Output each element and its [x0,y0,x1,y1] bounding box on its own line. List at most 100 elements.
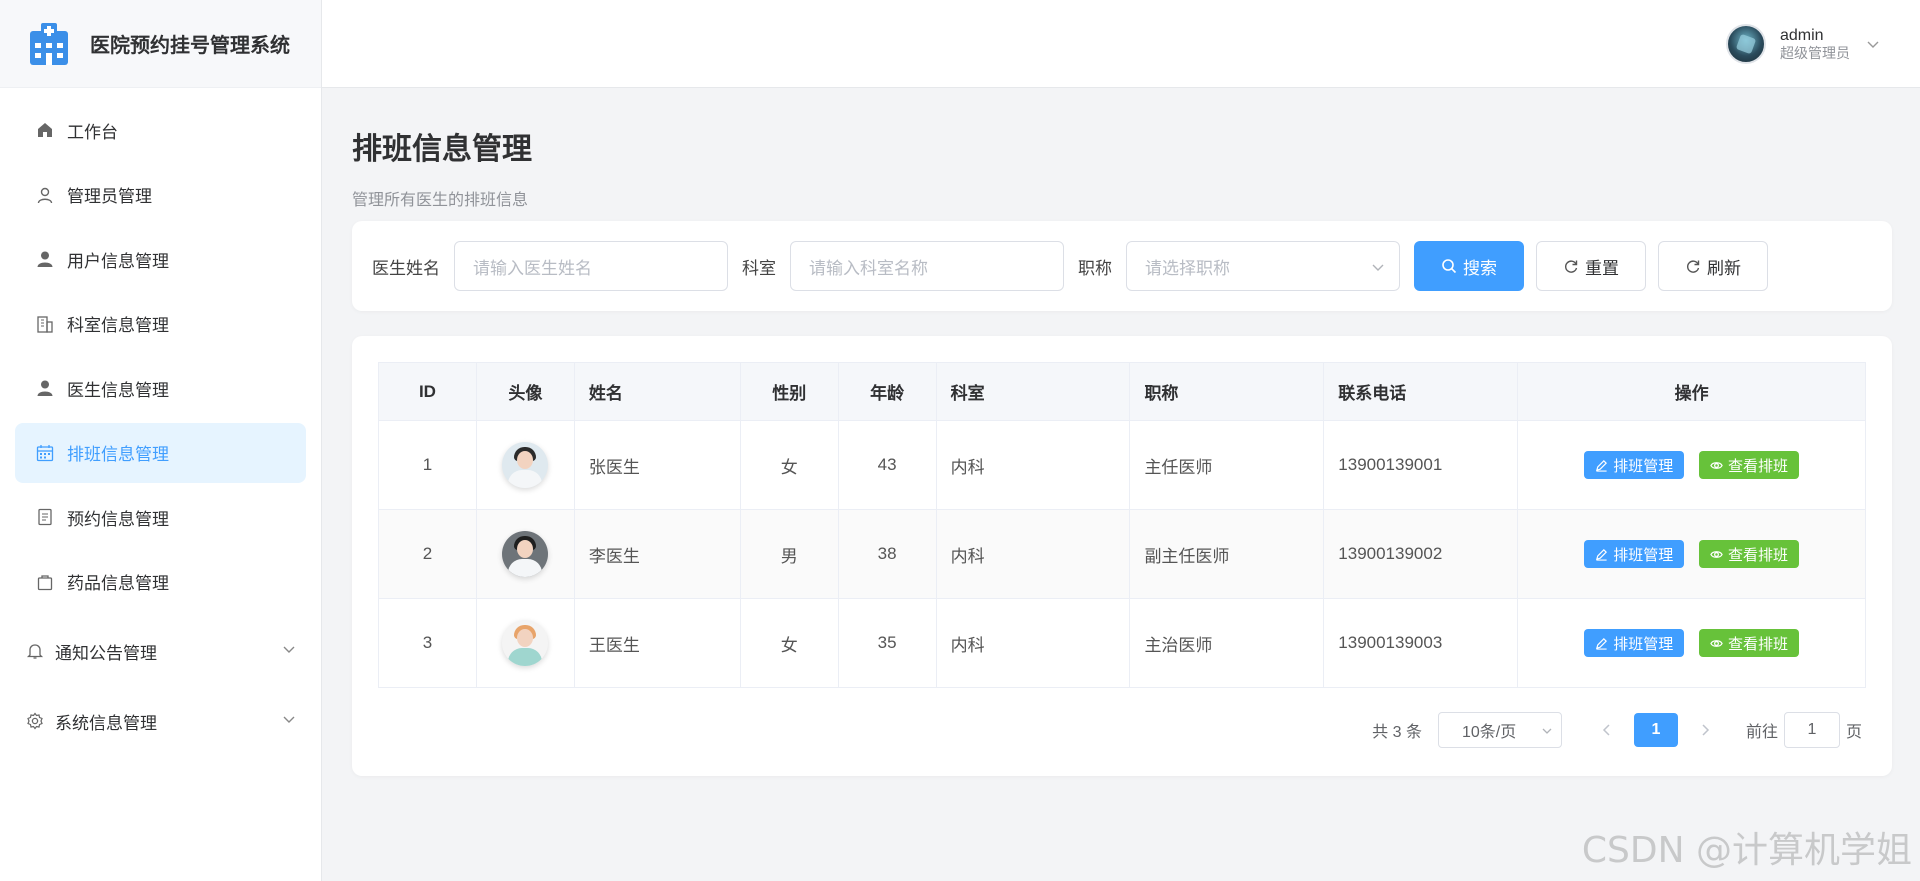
view-schedule-button[interactable]: 查看排班 [1698,629,1799,657]
cell-gender: 女 [739,420,839,510]
reset-button[interactable]: 重置 [1536,241,1646,291]
sidebar-item-doctors[interactable]: 医生信息管理 [15,358,306,418]
building-icon [35,314,55,334]
goto-suffix: 页 [1845,724,1862,741]
job-title-label: 职称 [1078,258,1112,278]
sidebar-item-medicine[interactable]: 药品信息管理 [15,552,306,612]
username: admin [1780,27,1824,44]
view-schedule-label: 查看排班 [1727,457,1788,475]
sidebar-item-label: 医生信息管理 [67,380,169,400]
goto-page-input[interactable]: 1 [1783,712,1840,748]
col-header-title: 职称 [1129,362,1325,421]
sidebar-item-label: 排班信息管理 [67,445,169,464]
refresh-button-label: 刷新 [1707,258,1741,278]
page-subtitle: 管理所有医生的排班信息 [352,192,529,209]
schedule-manage-button[interactable]: 排班管理 [1584,451,1685,479]
refresh-icon [1687,260,1700,273]
calendar-icon [35,443,55,463]
schedule-manage-label: 排班管理 [1613,457,1674,475]
sidebar-group-notices[interactable]: 通知公告管理 [15,616,306,686]
sidebar-item-label: 工作台 [67,122,118,142]
sidebar-item-admin[interactable]: 管理员管理 [15,165,306,225]
cell-name: 李医生 [573,509,741,599]
chevron-down-icon [283,716,295,723]
doctor-avatar [502,442,549,488]
job-title-placeholder: 请选择职称 [1145,258,1230,278]
user-menu[interactable]: admin 超级管理员 [1726,24,1880,64]
sidebar-item-label: 用户信息管理 [67,251,169,271]
chevron-down-icon [1372,264,1384,271]
sidebar-item-label: 管理员管理 [67,187,152,206]
schedule-manage-label: 排班管理 [1613,635,1674,653]
cell-phone: 13900139001 [1323,420,1519,510]
gear-icon [25,711,45,731]
view-schedule-button[interactable]: 查看排班 [1698,540,1799,568]
schedule-manage-label: 排班管理 [1613,546,1674,564]
cell-age: 43 [837,420,937,510]
col-header-avatar: 头像 [475,362,575,421]
view-schedule-label: 查看排班 [1727,546,1788,564]
page-size-select[interactable]: 10条/页 [1437,712,1562,748]
view-schedule-label: 查看排班 [1727,635,1788,653]
user-role: 超级管理员 [1780,45,1850,61]
page-number-current[interactable]: 1 [1633,713,1678,747]
cell-phone: 13900139002 [1323,509,1519,599]
chevron-down-icon[interactable] [1866,37,1880,51]
sidebar-item-schedule[interactable]: 排班信息管理 [15,422,306,483]
cell-avatar [475,598,575,688]
page-size-value: 10条/页 [1461,724,1517,741]
app-title: 医院预约挂号管理系统 [90,35,290,57]
cell-avatar [475,509,575,599]
table-row: 3 王医生 女 35 内科 主治医师 13900139003 排班管理 查看排班 [378,598,1866,688]
sidebar-item-appointments[interactable]: 预约信息管理 [15,487,306,547]
watermark: CSDN @计算机学姐 [1581,830,1912,871]
user-filled-icon [35,249,55,269]
avatar[interactable] [1726,24,1766,64]
user-outline-icon [35,185,55,205]
schedule-manage-button[interactable]: 排班管理 [1584,629,1685,657]
search-button[interactable]: 搜索 [1414,241,1524,291]
refresh-button[interactable]: 刷新 [1658,241,1768,291]
cell-gender: 男 [739,509,839,599]
main-content: 排班信息管理 管理所有医生的排班信息 医生姓名 请输入医生姓名 科室 请输入科室… [352,88,1892,776]
pagination: 共 3 条 10条/页 1 前往 1 页 [1372,712,1862,748]
edit-icon [1596,548,1608,561]
schedule-manage-button[interactable]: 排班管理 [1584,540,1685,568]
sidebar: 医院预约挂号管理系统 工作台 管理员管理 用户信息管理 科室信息管理 医生信息管… [0,0,322,881]
view-schedule-button[interactable]: 查看排班 [1698,451,1799,479]
chevron-left-icon[interactable] [1600,723,1614,737]
refresh-icon [1565,260,1578,273]
col-header-id: ID [378,362,477,421]
doctor-name-label: 医生姓名 [372,258,440,278]
department-label: 科室 [742,258,776,278]
document-icon [35,507,55,527]
cell-age: 38 [837,509,937,599]
col-header-age: 年龄 [837,362,937,421]
cell-actions: 排班管理 查看排班 [1517,598,1866,688]
top-header: admin 超级管理员 [322,0,1920,88]
edit-icon [1596,459,1608,472]
doctor-name-input[interactable]: 请输入医生姓名 [454,241,728,291]
col-header-name: 姓名 [573,362,741,421]
col-header-actions: 操作 [1517,362,1866,421]
department-input[interactable]: 请输入科室名称 [790,241,1064,291]
job-title-select[interactable]: 请选择职称 [1126,241,1400,291]
cell-avatar [475,420,575,510]
eye-icon [1710,461,1723,469]
sidebar-item-departments[interactable]: 科室信息管理 [15,294,306,354]
bell-icon [25,641,45,661]
sidebar-group-system[interactable]: 系统信息管理 [15,686,306,756]
cell-id: 3 [378,598,477,688]
sidebar-item-users[interactable]: 用户信息管理 [15,229,306,289]
user-info: admin 超级管理员 [1780,27,1850,61]
sidebar-item-workbench[interactable]: 工作台 [15,100,306,160]
doctor-avatar [502,620,549,666]
chevron-right-icon[interactable] [1698,723,1712,737]
cell-name: 王医生 [573,598,741,688]
sidebar-group-label: 通知公告管理 [55,643,157,663]
user-filled-icon [35,378,55,398]
cell-gender: 女 [739,598,839,688]
sidebar-item-label: 科室信息管理 [67,316,169,335]
eye-icon [1710,550,1723,558]
cell-phone: 13900139003 [1323,598,1519,688]
